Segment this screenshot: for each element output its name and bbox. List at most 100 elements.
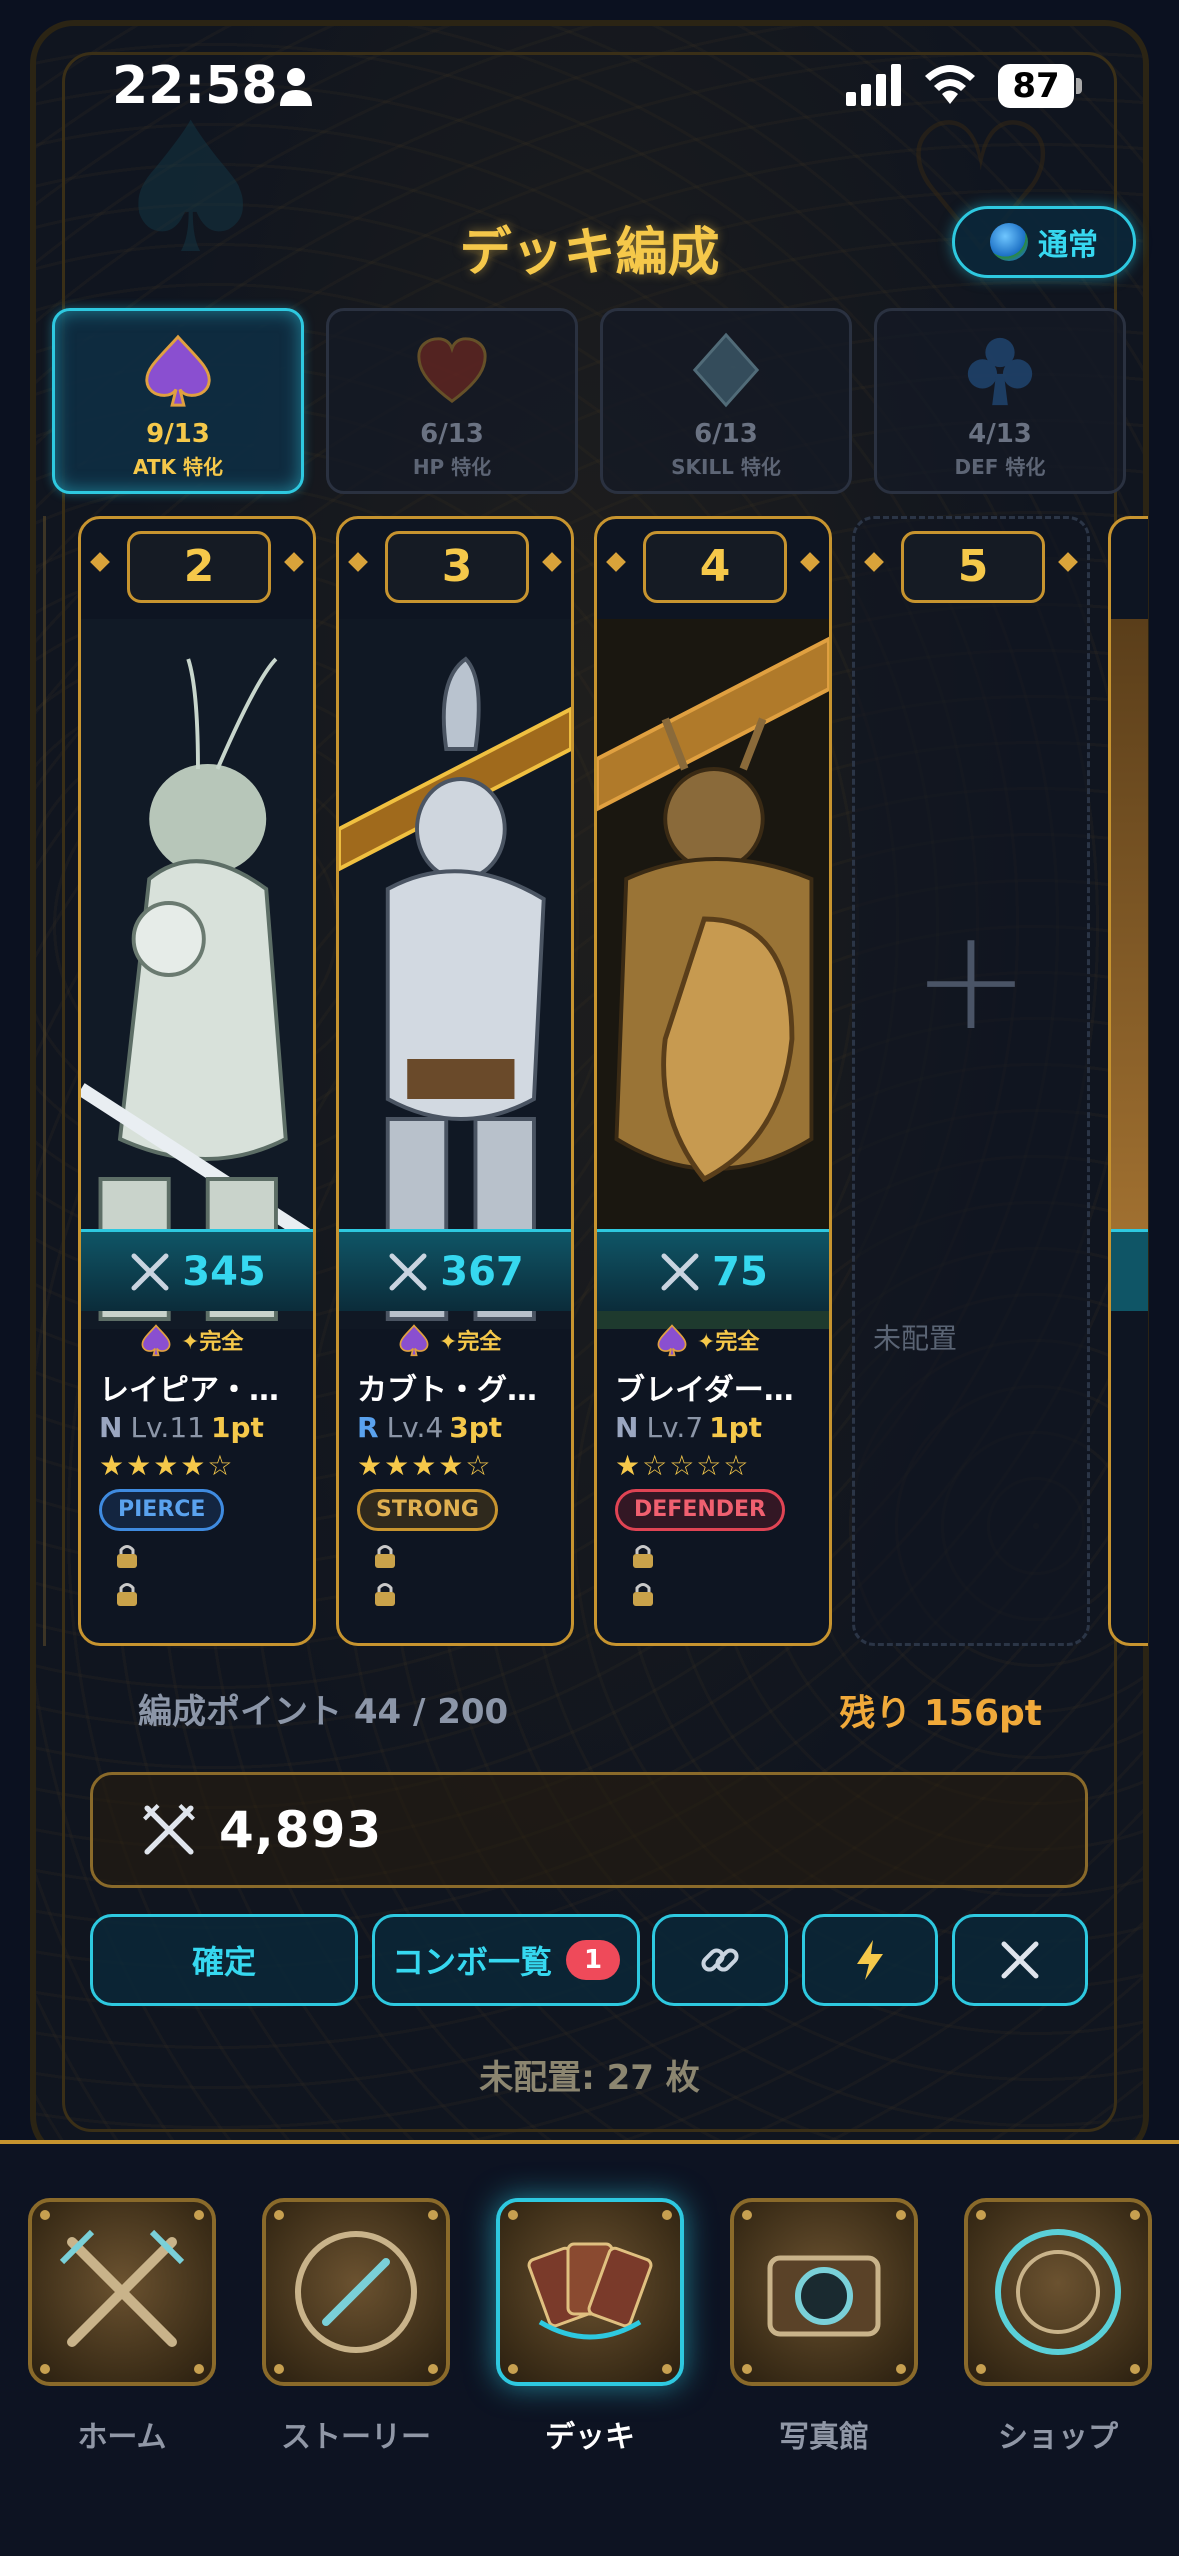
battery-indicator: 87 bbox=[998, 64, 1074, 108]
lock-icon bbox=[375, 1545, 395, 1568]
card-stars: ★★★★☆ bbox=[99, 1449, 235, 1482]
club-icon bbox=[967, 337, 1033, 406]
link-icon bbox=[701, 1948, 739, 1972]
crossed-swords-icon bbox=[1001, 1941, 1039, 1979]
formation-points-row: 編成ポイント 44 / 200 残り 156pt bbox=[138, 1684, 1042, 1736]
card-meta: R Lv.4 3pt bbox=[357, 1411, 502, 1444]
card-level: Lv.7 bbox=[646, 1411, 704, 1444]
slot-number: 3 bbox=[385, 531, 529, 603]
card-level: Lv.11 bbox=[130, 1411, 205, 1444]
battle-button[interactable] bbox=[952, 1914, 1088, 2006]
crossed-swords-icon bbox=[661, 1253, 699, 1290]
tab-skill[interactable]: 6/13 SKILL 特化 bbox=[600, 308, 852, 494]
compass-icon bbox=[262, 2198, 450, 2386]
card-meta: N Lv.7 1pt bbox=[615, 1411, 762, 1444]
mantis-knight-art bbox=[81, 619, 313, 1329]
tab-label: SKILL 特化 bbox=[671, 455, 781, 479]
total-power-value: 4,893 bbox=[219, 1801, 383, 1859]
slot-diamond-icon bbox=[800, 552, 820, 572]
card-type-badge: PIERCE bbox=[99, 1489, 225, 1531]
spade-icon bbox=[145, 334, 211, 407]
suit-row: ✦完全 bbox=[397, 1323, 501, 1357]
tab-count: 9/13 bbox=[146, 419, 210, 449]
camera-icon bbox=[730, 2198, 918, 2386]
tab-count: 6/13 bbox=[694, 419, 758, 449]
deck-card-slot-2[interactable]: 2 345 ✦完全 レイピア・… N Lv.11 1pt ★★★★☆ PIERCE bbox=[78, 516, 316, 1646]
nav-label: デッキ bbox=[545, 2420, 635, 2455]
nav-shop[interactable]: ショップ bbox=[960, 2198, 1156, 2456]
empty-slot-label: 未配置 bbox=[873, 1322, 958, 1355]
total-power-panel: 4,893 bbox=[90, 1772, 1088, 1888]
lock-icon bbox=[633, 1583, 653, 1606]
combo-count-badge: 1 bbox=[566, 1940, 620, 1980]
deck-card-slot-4[interactable]: 4 75 ✦完全 ブレイダー… N Lv.7 1pt ★☆☆☆☆ DEFENDER bbox=[594, 516, 832, 1646]
deck-card-peek-right[interactable] bbox=[1108, 516, 1148, 1646]
tab-label: DEF 特化 bbox=[954, 455, 1046, 479]
tab-def[interactable]: 4/13 DEF 特化 bbox=[874, 308, 1126, 494]
lock-icon bbox=[117, 1545, 137, 1568]
card-rarity: N bbox=[615, 1411, 639, 1444]
nav-label: 写真館 bbox=[779, 2420, 869, 2455]
mode-label: 通常 bbox=[1038, 228, 1098, 263]
link-button[interactable] bbox=[652, 1914, 788, 2006]
slot-number: 2 bbox=[127, 531, 271, 603]
complete-label: ✦完全 bbox=[697, 1330, 760, 1355]
wifi-icon bbox=[925, 65, 975, 104]
card-power-value: 367 bbox=[440, 1248, 524, 1295]
deck-card-slot-5-empty[interactable]: 5 + 未配置 bbox=[852, 516, 1090, 1646]
combo-list-button[interactable]: コンボ一覧 1 bbox=[372, 1914, 640, 2006]
diamond-icon bbox=[692, 332, 760, 408]
slot-diamond-icon bbox=[864, 552, 884, 572]
suit-row: ✦完全 bbox=[139, 1323, 243, 1357]
card-power-bar: 345 bbox=[81, 1229, 313, 1311]
mode-toggle-button[interactable]: 通常 bbox=[952, 206, 1136, 278]
cellular-signal-icon bbox=[846, 64, 901, 106]
remaining-points: 残り 156pt bbox=[839, 1693, 1042, 1734]
bottom-navigation: ホーム ストーリー デッキ 写真館 ショップ bbox=[0, 2140, 1179, 2556]
tab-atk[interactable]: 9/13 ATK 特化 bbox=[52, 308, 304, 494]
crossed-swords-icon bbox=[131, 1253, 169, 1290]
lock-icon bbox=[117, 1583, 137, 1606]
crossed-swords-icon bbox=[389, 1253, 427, 1290]
slot-diamond-icon bbox=[284, 552, 304, 572]
confirm-label: 確定 bbox=[191, 1943, 256, 1981]
spade-icon bbox=[141, 1324, 171, 1357]
card-power-bar: 75 bbox=[597, 1229, 829, 1311]
suit-row: ✦完全 bbox=[655, 1323, 759, 1357]
nav-home[interactable]: ホーム bbox=[24, 2198, 220, 2456]
tab-label: HP 特化 bbox=[412, 455, 492, 479]
nav-story[interactable]: ストーリー bbox=[258, 2198, 454, 2456]
card-name: ブレイダー… bbox=[615, 1373, 794, 1408]
tab-count: 4/13 bbox=[968, 419, 1032, 449]
lock-icon bbox=[375, 1583, 395, 1606]
card-points: 1pt bbox=[709, 1411, 763, 1444]
person-icon bbox=[280, 68, 312, 106]
slot-diamond-icon bbox=[348, 552, 368, 572]
auto-assign-button[interactable] bbox=[802, 1914, 938, 2006]
spade-icon bbox=[399, 1324, 429, 1357]
tab-hp[interactable]: 6/13 HP 特化 bbox=[326, 308, 578, 494]
emblem-icon bbox=[964, 2198, 1152, 2386]
complete-label: ✦完全 bbox=[181, 1330, 244, 1355]
nav-label: ストーリー bbox=[281, 2420, 431, 2455]
card-name: カブト・グ… bbox=[357, 1373, 537, 1408]
crossed-swords-icon bbox=[28, 2198, 216, 2386]
lightning-icon bbox=[857, 1940, 883, 1980]
slot-number: 4 bbox=[643, 531, 787, 603]
globe-icon bbox=[990, 223, 1028, 261]
deck-card-slot-3[interactable]: 3 367 ✦完全 カブト・グ… R Lv.4 3pt ★★★★☆ STRONG bbox=[336, 516, 574, 1646]
card-rarity: N bbox=[99, 1411, 123, 1444]
confirm-button[interactable]: 確定 bbox=[90, 1914, 358, 2006]
blader-knight-art bbox=[597, 619, 829, 1329]
card-power-value: 345 bbox=[182, 1248, 266, 1295]
card-meta: N Lv.11 1pt bbox=[99, 1411, 264, 1444]
slot-diamond-icon bbox=[1058, 552, 1078, 572]
card-type-badge: DEFENDER bbox=[615, 1489, 785, 1531]
card-level: Lv.4 bbox=[386, 1411, 444, 1444]
card-points: 1pt bbox=[210, 1411, 264, 1444]
nav-photo-studio[interactable]: 写真館 bbox=[726, 2198, 922, 2456]
card-stars: ★☆☆☆☆ bbox=[615, 1449, 751, 1482]
complete-label: ✦完全 bbox=[439, 1330, 502, 1355]
nav-deck[interactable]: デッキ bbox=[492, 2198, 688, 2456]
slot-diamond-icon bbox=[542, 552, 562, 572]
